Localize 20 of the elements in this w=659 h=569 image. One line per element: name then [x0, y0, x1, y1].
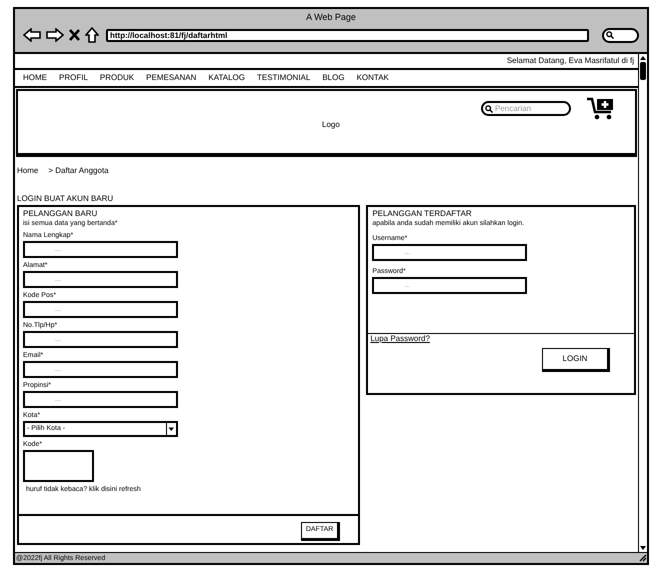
address-bar[interactable]: http://localhost:81/fj/daftarhtml	[106, 28, 589, 42]
panel-title: PELANGGAN TERDAFTAR	[372, 209, 473, 219]
menu-item[interactable]: KATALOG	[208, 73, 245, 83]
menu-item[interactable]: BLOG	[322, 73, 345, 83]
menu-item[interactable]: PRODUK	[100, 73, 134, 83]
search-field[interactable]: Pencarian	[481, 101, 571, 116]
welcome-text: Selamat Datang, Eva Masrifatul di fj	[506, 55, 634, 67]
login-button[interactable]: LOGIN	[542, 348, 610, 372]
menu-item[interactable]: HOME	[23, 73, 47, 83]
menu-item[interactable]: PROFIL	[59, 73, 88, 83]
window-title: A Web Page	[306, 12, 356, 23]
menu-item[interactable]: TESTIMONIAL	[256, 73, 310, 83]
section-title: LOGIN BUAT AKUN BARU	[17, 194, 114, 204]
menu-item[interactable]: PEMESANAN	[146, 73, 196, 83]
menu-item[interactable]: KONTAK	[356, 73, 389, 83]
breadcrumb-current: > Daftar Anggota	[48, 166, 109, 176]
breadcrumb-link[interactable]: Home	[17, 166, 38, 176]
panel-title: PELANGGAN BARU	[23, 209, 98, 219]
forgot-password-link[interactable]: Lupa Password?	[370, 334, 430, 344]
logo-text: Logo	[322, 119, 340, 131]
